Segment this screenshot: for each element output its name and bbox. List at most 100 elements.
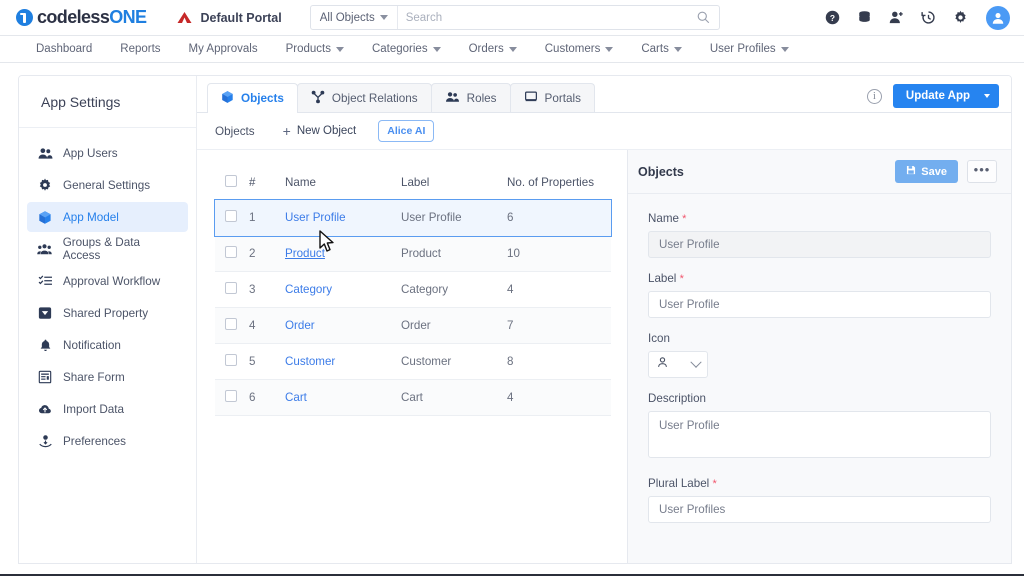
users-icon <box>445 90 460 107</box>
sidebar-item-preferences[interactable]: Preferences <box>27 426 188 456</box>
select-all-header <box>215 166 249 200</box>
nav-label: User Profiles <box>709 43 776 55</box>
row-checkbox-cell <box>215 307 249 344</box>
object-name-link[interactable]: Product <box>285 247 325 260</box>
table-row[interactable]: 6 Cart Cart 4 <box>215 379 611 416</box>
sidebar-item-label: App Users <box>63 146 118 160</box>
search-button[interactable] <box>689 6 719 29</box>
field-name-label: Name * <box>648 212 687 225</box>
sidebar-item-share-form[interactable]: Share Form <box>27 362 188 392</box>
row-label: User Profile <box>401 211 462 224</box>
column-header-properties[interactable]: No. of Properties <box>507 166 611 200</box>
row-checkbox[interactable] <box>225 318 237 330</box>
row-number: 5 <box>249 343 285 380</box>
row-name-cell: Customer <box>285 343 401 380</box>
nav-item-categories[interactable]: Categories <box>358 36 455 62</box>
row-checkbox[interactable] <box>225 210 237 222</box>
brand-logo[interactable]: codelessONE <box>16 7 147 28</box>
person-icon <box>992 12 1004 24</box>
table-row[interactable]: 4 Order Order 7 <box>215 307 611 344</box>
history-icon[interactable] <box>920 9 937 26</box>
column-header-name[interactable]: Name <box>285 166 401 200</box>
row-name-cell: Order <box>285 307 401 344</box>
tab-roles[interactable]: Roles <box>430 83 511 112</box>
name-input[interactable] <box>648 231 991 258</box>
sidebar-item-approval-workflow[interactable]: Approval Workflow <box>27 266 188 296</box>
row-number: 3 <box>249 271 285 308</box>
nav-item-reports[interactable]: Reports <box>106 36 174 62</box>
checklist-icon <box>37 274 53 288</box>
icon-select-dropdown[interactable] <box>648 351 708 378</box>
description-textarea[interactable] <box>648 411 991 458</box>
nav-item-carts[interactable]: Carts <box>627 36 695 62</box>
table-row[interactable]: 3 Category Category 4 <box>215 271 611 308</box>
new-object-button[interactable]: + New Object <box>283 124 357 138</box>
row-name-cell: User Profile <box>285 200 401 236</box>
sidebar-item-groups-data-access[interactable]: Groups & Data Access <box>27 234 188 264</box>
table-row[interactable]: 5 Customer Customer 8 <box>215 343 611 380</box>
brand-name: codelessONE <box>37 7 147 27</box>
nav-item-customers[interactable]: Customers <box>531 36 628 62</box>
save-button[interactable]: Save <box>895 160 958 183</box>
sidebar-item-general-settings[interactable]: General Settings <box>27 170 188 200</box>
object-name-link[interactable]: Category <box>285 283 332 296</box>
sidebar-item-label: Share Form <box>63 370 125 384</box>
object-name-link[interactable]: Customer <box>285 355 335 368</box>
cube-icon <box>37 210 53 225</box>
field-name: Name * <box>648 212 991 258</box>
alice-ai-button[interactable]: Alice AI <box>378 120 435 142</box>
field-description: Description <box>648 392 991 463</box>
select-all-checkbox[interactable] <box>225 175 237 187</box>
objects-toolbar: Objects + New Object Alice AI <box>197 113 1011 150</box>
info-icon[interactable]: i <box>866 88 882 104</box>
sidebar-item-notification[interactable]: Notification <box>27 330 188 360</box>
column-header-label[interactable]: Label <box>401 166 507 200</box>
column-header-number[interactable]: # <box>249 166 285 200</box>
row-checkbox[interactable] <box>225 282 237 294</box>
object-name-link[interactable]: Cart <box>285 391 307 404</box>
detail-panel-header: Objects Save ••• <box>628 150 1011 194</box>
row-number: 1 <box>249 211 256 224</box>
table-body: 1 User Profile User Profile 6 2 Product <box>214 198 612 416</box>
table-row[interactable]: 1 User Profile User Profile 6 <box>214 198 612 237</box>
label-input[interactable] <box>648 291 991 318</box>
tab-objects[interactable]: Objects <box>207 83 298 113</box>
add-user-icon[interactable] <box>888 9 905 26</box>
sidebar-item-import-data[interactable]: Import Data <box>27 394 188 424</box>
sidebar-item-app-users[interactable]: App Users <box>27 138 188 168</box>
row-checkbox[interactable] <box>225 390 237 402</box>
update-app-button[interactable]: Update App <box>892 84 999 108</box>
database-icon[interactable] <box>856 9 873 26</box>
plural-label-input[interactable] <box>648 496 991 523</box>
sidebar-item-app-model[interactable]: App Model <box>27 202 188 232</box>
row-checkbox[interactable] <box>225 246 237 258</box>
table-row[interactable]: 2 Product Product 10 <box>215 235 611 272</box>
sidebar-item-label: Groups & Data Access <box>62 236 140 262</box>
gear-icon[interactable] <box>952 9 969 26</box>
required-asterisk: * <box>679 273 684 285</box>
tab-portals[interactable]: Portals <box>509 83 595 112</box>
nav-item-user-profiles[interactable]: User Profiles <box>696 36 803 62</box>
sidebar-item-shared-property[interactable]: Shared Property <box>27 298 188 328</box>
chevron-down-icon <box>690 356 702 368</box>
portal-selector[interactable]: Default Portal <box>176 11 282 25</box>
object-name-link[interactable]: Order <box>285 319 315 332</box>
field-description-label: Description <box>648 392 706 405</box>
help-icon[interactable]: ? <box>824 9 841 26</box>
nav-item-products[interactable]: Products <box>272 36 358 62</box>
more-horizontal-icon[interactable]: ••• <box>967 160 997 183</box>
form-icon <box>37 370 53 384</box>
search-scope-dropdown[interactable]: All Objects <box>311 6 398 29</box>
search-input[interactable] <box>397 11 689 24</box>
row-checkbox[interactable] <box>225 354 237 366</box>
object-name-link[interactable]: User Profile <box>285 211 346 224</box>
user-avatar[interactable] <box>986 5 1010 30</box>
nav-item-dashboard[interactable]: Dashboard <box>22 36 106 62</box>
group-users-icon <box>37 242 53 257</box>
row-properties-count: 6 <box>507 211 514 224</box>
nav-item-orders[interactable]: Orders <box>455 36 531 62</box>
objects-table-wrapper: # Name Label No. of Properties 1 User Pr… <box>197 150 627 563</box>
relations-icon <box>311 90 325 107</box>
tab-object-relations[interactable]: Object Relations <box>296 83 432 112</box>
nav-item-my-approvals[interactable]: My Approvals <box>175 36 272 62</box>
